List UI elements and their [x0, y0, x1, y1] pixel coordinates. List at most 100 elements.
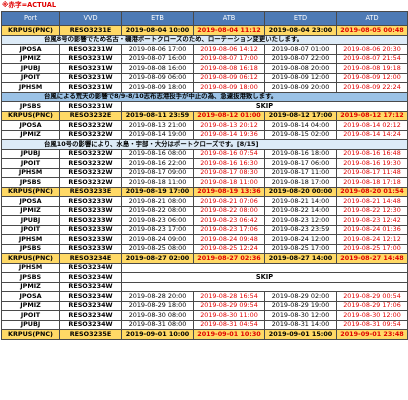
cell-atb: 2019-08-09 06:12 [193, 72, 265, 83]
cell-etd: 2019-09-01 15:00 [264, 329, 337, 340]
cell-atb: 2019-08-30 11:00 [193, 310, 265, 321]
cell-atd: 2019-08-05 00:48 [336, 25, 408, 36]
table-row: JPUBJ RESO3231W 2019-08-08 16:00 2019-08-08… [1, 63, 408, 74]
cell-etb: 2019-08-31 08:00 [121, 319, 194, 330]
cell-vvd: RESO3232W [59, 120, 122, 131]
cell-etd: 2019-08-31 14:00 [264, 319, 337, 330]
table-row: JPSBS RESO3233W 2019-08-25 08:00 2019-08-25… [1, 243, 408, 254]
cell-etd: 2019-08-29 02:00 [264, 291, 337, 302]
cell-etb: 2019-08-21 08:00 [121, 196, 194, 207]
cell-atb: 2019-08-07 17:00 [193, 53, 265, 64]
column-header-port: Port [1, 11, 60, 26]
cell-atb: 2019-08-14 19:36 [193, 129, 265, 140]
notice-text: 台風10号の影響により、水島・宇部・大分はポートクローズです。[8/15] [1, 139, 408, 150]
skipped-port-row: JPMIZ RESO3234W [1, 281, 408, 292]
table-row: JPMIZ RESO3232W 2019-08-14 19:00 2019-08-14… [1, 129, 408, 140]
table-row: KRPUS(PNC) RESO3231E 2019-08-04 10:00 2019-… [1, 25, 408, 36]
cell-etb: 2019-08-14 19:00 [121, 129, 194, 140]
cell-etb: 2019-08-04 10:00 [121, 25, 194, 36]
cell-atd: 2019-08-09 12:00 [336, 72, 408, 83]
cell-atd: 2019-08-09 22:24 [336, 82, 408, 93]
cell-etd: 2019-08-04 23:00 [264, 25, 337, 36]
cell-vvd: RESO3233W [59, 234, 122, 245]
cell-etd: 2019-08-25 17:00 [264, 243, 337, 254]
cell-atb: 2019-08-18 11:00 [193, 177, 265, 188]
cell-etb: 2019-08-23 17:00 [121, 224, 194, 235]
table-row: JPHSM RESO3233W 2019-08-24 09:00 2019-08-24… [1, 234, 408, 245]
cell-vvd: RESO3234W [59, 272, 122, 283]
cell-atd: 2019-09-01 23:48 [336, 329, 408, 340]
skipped-port-row: JPSBS RESO3231W SKIP [1, 101, 408, 112]
cell-etd: 2019-08-24 12:00 [264, 234, 337, 245]
table-row: JPUBJ RESO3233W 2019-08-23 06:00 2019-08-23… [1, 215, 408, 226]
cell-vvd: RESO3233W [59, 243, 122, 254]
cell-port: JPOIT [1, 224, 60, 235]
cell-vvd: RESO3233W [59, 196, 122, 207]
skip-label: SKIP [121, 272, 408, 283]
cell-atb: 2019-08-19 13:36 [193, 186, 265, 197]
cell-atd: 2019-08-25 17:00 [336, 243, 408, 254]
cell-etb: 2019-08-13 21:00 [121, 120, 194, 131]
cell-vvd: RESO3231W [59, 63, 122, 74]
cell-atb: 2019-08-29 09:54 [193, 300, 265, 311]
cell-vvd: RESO3234W [59, 300, 122, 311]
cell-vvd: RESO3232W [59, 167, 122, 178]
cell-port: KRPUS(PNC) [1, 186, 60, 197]
cell-vvd: RESO3231W [59, 53, 122, 64]
table-row: JPOIT RESO3233W 2019-08-23 17:00 2019-08-23… [1, 224, 408, 235]
table-row: JPOSA RESO3233W 2019-08-21 08:00 2019-08-21… [1, 196, 408, 207]
cell-port: KRPUS(PNC) [1, 25, 60, 36]
table-row: JPHSM RESO3231W 2019-08-09 18:00 2019-08-09… [1, 82, 408, 93]
cell-vvd: RESO3232W [59, 129, 122, 140]
cell-etb: 2019-08-22 08:00 [121, 205, 194, 216]
cell-atd: 2019-08-21 14:48 [336, 196, 408, 207]
cell-etd: 2019-08-16 18:00 [264, 148, 337, 159]
cell-etb: 2019-08-24 09:00 [121, 234, 194, 245]
cell-etb: 2019-08-07 16:00 [121, 53, 194, 64]
cell-port: JPOSA [1, 291, 60, 302]
cell-atb: 2019-08-23 06:42 [193, 215, 265, 226]
cell-etd: 2019-08-07 01:00 [264, 44, 337, 55]
cell-etd: 2019-08-29 19:00 [264, 300, 337, 311]
cell-etb: 2019-08-16 22:00 [121, 158, 194, 169]
cell-atb: 2019-08-25 12:24 [193, 243, 265, 254]
skip-label [121, 262, 408, 273]
cell-atb: 2019-08-31 04:54 [193, 319, 265, 330]
cell-atb: 2019-09-01 10:30 [193, 329, 265, 340]
cell-port: JPOSA [1, 44, 60, 55]
cell-atd: 2019-08-23 12:42 [336, 215, 408, 226]
cell-etb: 2019-08-09 18:00 [121, 82, 194, 93]
cell-atb: 2019-08-17 08:30 [193, 167, 265, 178]
table-row: JPHSM RESO3232W 2019-08-17 09:00 2019-08-17… [1, 167, 408, 178]
cell-port: JPUBJ [1, 319, 60, 330]
cell-etb: 2019-08-19 17:00 [121, 186, 194, 197]
cell-vvd: RESO3233W [59, 205, 122, 216]
cell-etd: 2019-08-09 12:00 [264, 72, 337, 83]
cell-port: JPUBJ [1, 148, 60, 159]
cell-vvd: RESO3232W [59, 158, 122, 169]
table-header-row: Port VVD ETB ATB ETD ATD [1, 11, 408, 26]
cell-vvd: RESO3233W [59, 215, 122, 226]
cell-etb: 2019-08-11 23:59 [121, 110, 194, 121]
cell-atd: 2019-08-27 14:48 [336, 253, 408, 264]
table-row: JPMIZ RESO3234W 2019-08-29 18:00 2019-08-29… [1, 300, 408, 311]
cell-port: JPMIZ [1, 53, 60, 64]
cell-atd: 2019-08-29 00:54 [336, 291, 408, 302]
cell-vvd: RESO3231W [59, 44, 122, 55]
cell-vvd: RESO3234W [59, 281, 122, 292]
cell-vvd: RESO3232W [59, 148, 122, 159]
table-row: JPSBS RESO3232W 2019-08-18 11:00 2019-08-18… [1, 177, 408, 188]
column-header-vvd: VVD [59, 11, 122, 26]
cell-port: JPMIZ [1, 129, 60, 140]
cell-etd: 2019-08-15 02:00 [264, 129, 337, 140]
cell-port: JPUBJ [1, 215, 60, 226]
cell-atd: 2019-08-16 16:48 [336, 148, 408, 159]
cell-etd: 2019-08-12 17:00 [264, 110, 337, 121]
cell-atb: 2019-08-23 17:06 [193, 224, 265, 235]
cell-atb: 2019-08-16 07:54 [193, 148, 265, 159]
cell-atb: 2019-08-06 14:12 [193, 44, 265, 55]
table-row: JPOSA RESO3231W 2019-08-06 17:00 2019-08-06… [1, 44, 408, 55]
cell-atd: 2019-08-24 01:36 [336, 224, 408, 235]
table-row: JPUBJ RESO3234W 2019-08-31 08:00 2019-08-31… [1, 319, 408, 330]
cell-atd: 2019-08-22 12:30 [336, 205, 408, 216]
